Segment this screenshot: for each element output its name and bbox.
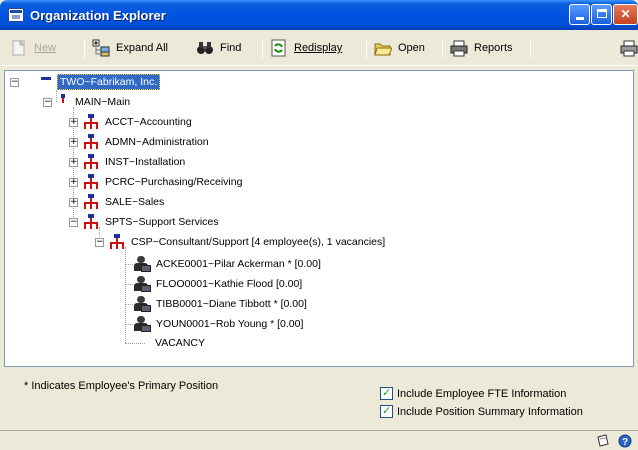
primary-position-note: * Indicates Employee's Primary Position	[24, 380, 219, 392]
print-icon	[620, 39, 638, 57]
position-label: CSP~Consultant/Support [4 employee(s), 1…	[131, 236, 386, 248]
help-icon[interactable]: ?	[618, 434, 632, 448]
tree-node-department[interactable]: PCRC~Purchasing/Receiving	[83, 173, 244, 191]
open-button[interactable]: Open	[374, 38, 425, 58]
note-icon[interactable]	[596, 434, 610, 448]
employee-label: TIBB0001~Diane Tibbott * [0.00]	[156, 298, 307, 310]
tree-node-vacancy[interactable]: VACANCY	[153, 334, 207, 352]
employee-label: YOUN0001~Rob Young * [0.00]	[156, 318, 304, 330]
find-label: Find	[220, 42, 242, 54]
redisplay-button[interactable]: Redisplay	[270, 38, 342, 58]
svg-text:?: ?	[622, 437, 628, 448]
department-label: SPTS~Support Services	[105, 216, 219, 228]
include-fte-checkbox[interactable]: Include Employee FTE Information	[380, 386, 567, 400]
department-label: PCRC~Purchasing/Receiving	[105, 176, 243, 188]
division-icon	[59, 94, 69, 110]
tree-node-department[interactable]: SPTS~Support Services	[83, 213, 221, 231]
reports-button[interactable]: Reports	[450, 38, 513, 58]
window-icon	[8, 8, 24, 22]
department-icon	[83, 154, 99, 170]
tree-node-department[interactable]: INST~Installation	[83, 153, 187, 171]
new-button[interactable]: New	[10, 38, 56, 58]
employee-icon	[133, 256, 151, 272]
employee-label: FLOO0001~Kathie Flood [0.00]	[156, 278, 303, 290]
department-icon	[83, 134, 99, 150]
tree-node-department[interactable]: ACCT~Accounting	[83, 113, 194, 131]
window-title: Organization Explorer	[30, 7, 166, 23]
collapse-position-toggle[interactable]: −	[95, 238, 104, 247]
find-button[interactable]: Find	[196, 38, 241, 58]
checkbox-checked-icon[interactable]	[380, 386, 393, 400]
employee-label: ACKE0001~Pilar Ackerman * [0.00]	[156, 258, 321, 270]
tree-node-employee[interactable]: ACKE0001~Pilar Ackerman * [0.00]	[133, 255, 323, 273]
status-bar: ?	[0, 430, 638, 450]
department-label: SALE~Sales	[105, 196, 165, 208]
company-label: TWO~Fabrikam, Inc.	[57, 74, 161, 90]
position-icon	[109, 234, 125, 250]
print-button[interactable]	[620, 38, 638, 58]
expand-dept-toggle[interactable]: +	[69, 158, 78, 167]
tree-node-company[interactable]: TWO~Fabrikam, Inc.	[41, 73, 161, 91]
title-bar: Organization Explorer ✕	[0, 0, 638, 30]
collapse-root-toggle[interactable]: −	[10, 78, 19, 87]
department-label: ADMN~Administration	[105, 136, 209, 148]
department-icon	[83, 114, 99, 130]
employee-icon	[133, 296, 151, 312]
expand-tree-icon	[92, 39, 110, 57]
include-summary-label: Include Position Summary Information	[397, 405, 583, 418]
include-fte-label: Include Employee FTE Information	[397, 387, 567, 400]
vacancy-label: VACANCY	[155, 337, 205, 349]
expand-dept-toggle[interactable]: +	[69, 178, 78, 187]
new-document-icon	[10, 39, 28, 57]
collapse-main-toggle[interactable]: −	[43, 98, 52, 107]
department-icon	[83, 174, 99, 190]
expand-dept-toggle[interactable]: +	[69, 118, 78, 127]
checkbox-checked-icon[interactable]	[380, 404, 393, 418]
expand-all-button[interactable]: Expand All	[92, 38, 168, 58]
tree-node-employee[interactable]: TIBB0001~Diane Tibbott * [0.00]	[133, 295, 309, 313]
tree-node-department[interactable]: SALE~Sales	[83, 193, 166, 211]
organization-tree[interactable]: − TWO~Fabrikam, Inc. − MAIN~Main + ACCT~…	[4, 70, 634, 367]
main-label: MAIN~Main	[75, 96, 131, 108]
open-label: Open	[398, 42, 425, 54]
maximize-button[interactable]	[591, 4, 612, 25]
company-icon	[41, 76, 51, 80]
tree-node-main[interactable]: MAIN~Main	[59, 93, 132, 111]
refresh-icon	[270, 39, 288, 57]
toolbar: New Expand All Find Redisplay Open Repor…	[0, 30, 638, 66]
tree-node-position[interactable]: CSP~Consultant/Support [4 employee(s), 1…	[109, 233, 387, 251]
tree-node-employee[interactable]: FLOO0001~Kathie Flood [0.00]	[133, 275, 304, 293]
binoculars-icon	[196, 39, 214, 57]
collapse-dept-toggle[interactable]: −	[69, 218, 78, 227]
expand-dept-toggle[interactable]: +	[69, 138, 78, 147]
expand-dept-toggle[interactable]: +	[69, 198, 78, 207]
expand-all-label: Expand All	[116, 42, 168, 54]
department-label: ACCT~Accounting	[105, 116, 192, 128]
department-label: INST~Installation	[105, 156, 186, 168]
employee-icon	[133, 316, 151, 332]
tree-node-department[interactable]: ADMN~Administration	[83, 133, 211, 151]
printer-icon	[450, 39, 468, 57]
open-folder-icon	[374, 39, 393, 57]
employee-icon	[133, 276, 151, 292]
new-label: New	[34, 42, 57, 54]
department-icon	[83, 214, 99, 230]
reports-label: Reports	[474, 42, 513, 54]
redisplay-label: Redisplay	[294, 42, 343, 54]
close-button[interactable]: ✕	[613, 4, 638, 25]
include-summary-checkbox[interactable]: Include Position Summary Information	[380, 404, 583, 418]
minimize-button[interactable]	[569, 4, 590, 25]
tree-node-employee[interactable]: YOUN0001~Rob Young * [0.00]	[133, 315, 305, 333]
department-icon	[83, 194, 99, 210]
